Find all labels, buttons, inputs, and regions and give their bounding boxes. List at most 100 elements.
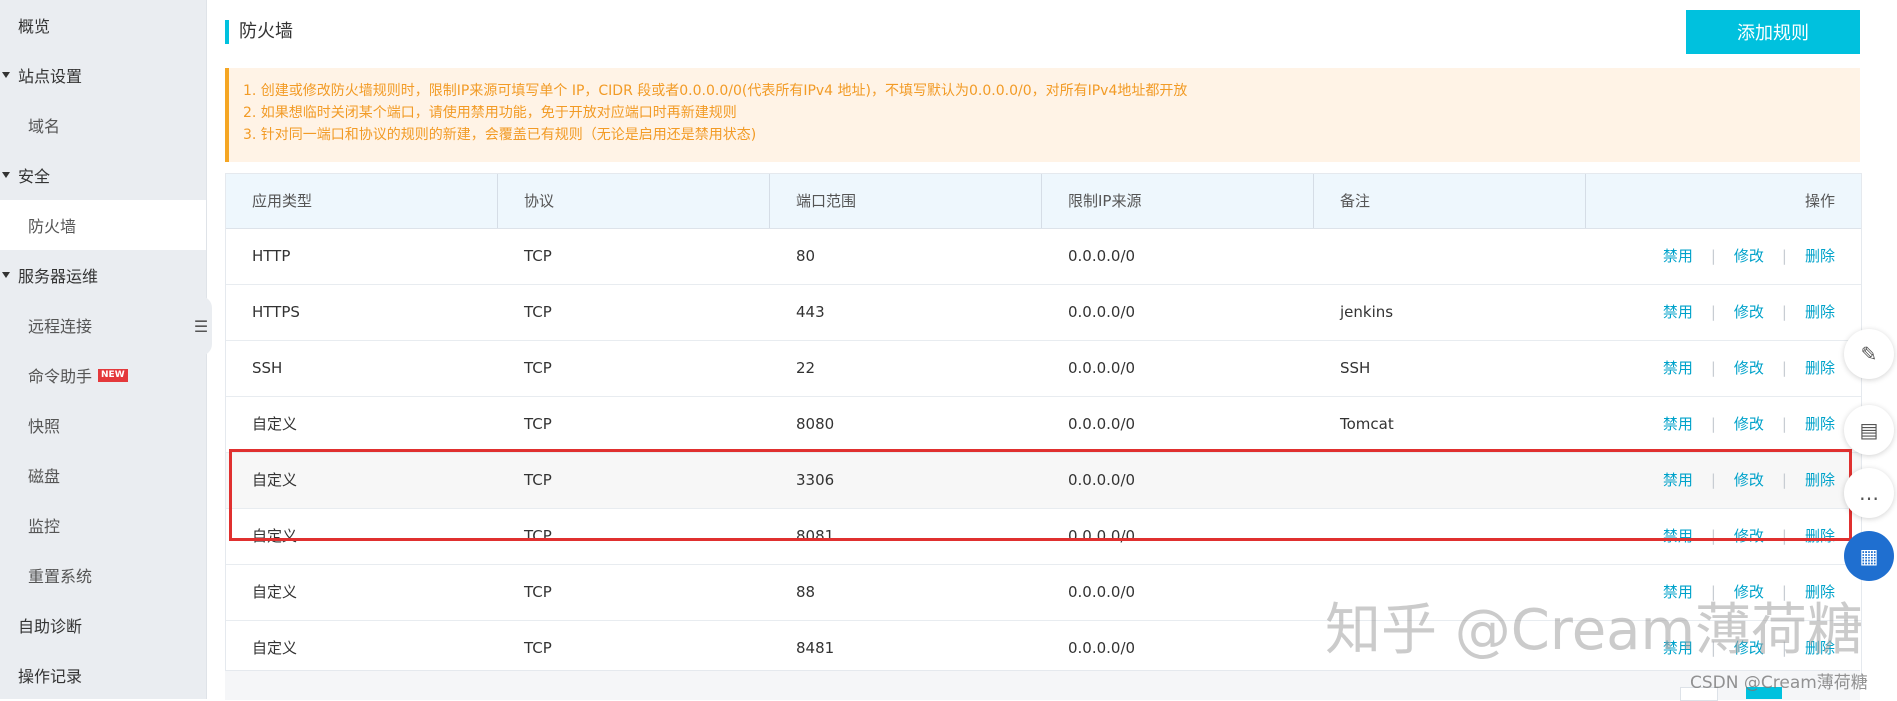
sidebar-item-label: 安全 xyxy=(18,167,51,186)
sidebar-item-label: 防火墙 xyxy=(28,217,77,236)
edit-link[interactable]: 修改 xyxy=(1734,247,1764,265)
caret-down-icon xyxy=(2,172,10,178)
sidebar-item-label: 概览 xyxy=(18,17,51,36)
action-separator: | xyxy=(1781,527,1787,545)
caret-down-icon xyxy=(2,272,10,278)
sidebar-item-firewall[interactable]: 防火墙 xyxy=(0,200,206,250)
edit-link[interactable]: 修改 xyxy=(1734,471,1764,489)
column-header: 操作 xyxy=(1804,192,1835,210)
note-cell xyxy=(1314,621,1586,676)
note-cell xyxy=(1314,509,1586,564)
note-cell: SSH xyxy=(1340,359,1371,377)
sidebar-item-command-assistant[interactable]: 命令助手 NEW xyxy=(0,350,206,400)
delete-link[interactable]: 删除 xyxy=(1805,247,1835,265)
port-range-cell: 80 xyxy=(796,247,816,265)
column-header: 限制IP来源 xyxy=(1042,174,1314,228)
edit-link[interactable]: 修改 xyxy=(1734,639,1764,657)
sidebar-item-remote-connect[interactable]: 远程连接 xyxy=(0,300,206,350)
edit-pen-icon[interactable]: ✎ xyxy=(1844,329,1894,379)
action-separator: | xyxy=(1710,639,1716,657)
chat-icon[interactable]: … xyxy=(1844,468,1894,518)
table-row: 自定义 TCP 8481 0.0.0.0/0 禁用 | 修改 | 删除 xyxy=(226,621,1861,677)
ip-source-cell: 0.0.0.0/0 xyxy=(1068,359,1136,377)
disable-link[interactable]: 禁用 xyxy=(1663,639,1693,657)
actions-cell: 禁用 | 修改 | 删除 xyxy=(1586,397,1861,452)
edit-link[interactable]: 修改 xyxy=(1734,583,1764,601)
sidebar-item-self-diagnosis[interactable]: 自助诊断 xyxy=(0,600,206,650)
table-row: 自定义 TCP 8081 0.0.0.0/0 禁用 | 修改 | 删除 xyxy=(226,509,1861,565)
sidebar-item-label: 服务器运维 xyxy=(18,267,99,286)
note-cell: Tomcat xyxy=(1340,415,1394,433)
disable-link[interactable]: 禁用 xyxy=(1663,583,1693,601)
edit-link[interactable]: 修改 xyxy=(1734,359,1764,377)
delete-link[interactable]: 删除 xyxy=(1805,471,1835,489)
action-separator: | xyxy=(1781,471,1787,489)
menu-collapse-icon: ☰ xyxy=(193,316,209,336)
disable-link[interactable]: 禁用 xyxy=(1663,359,1693,377)
edit-link[interactable]: 修改 xyxy=(1734,415,1764,433)
port-range-cell: 8081 xyxy=(796,527,835,545)
sidebar-item-reset-system[interactable]: 重置系统 xyxy=(0,550,206,600)
actions-cell: 禁用 | 修改 | 删除 xyxy=(1586,285,1861,340)
sidebar-item-label: 站点设置 xyxy=(18,67,83,86)
action-separator: | xyxy=(1710,247,1716,265)
app-type-cell: SSH xyxy=(252,359,283,377)
ip-source-cell: 0.0.0.0/0 xyxy=(1068,247,1136,265)
sidebar-item-overview[interactable]: 概览 xyxy=(0,0,206,50)
new-badge: NEW xyxy=(98,368,128,382)
delete-link[interactable]: 删除 xyxy=(1805,639,1835,657)
port-range-cell: 88 xyxy=(796,583,816,601)
sidebar-item-disk[interactable]: 磁盘 xyxy=(0,450,206,500)
delete-link[interactable]: 删除 xyxy=(1805,527,1835,545)
book-icon[interactable]: ▤ xyxy=(1844,405,1894,455)
sidebar-group-site-settings[interactable]: 站点设置 xyxy=(0,50,206,100)
port-range-cell: 443 xyxy=(796,303,825,321)
port-range-cell: 8481 xyxy=(796,639,835,657)
apps-grid-icon[interactable]: ▦ xyxy=(1844,531,1894,581)
app-type-cell: HTTP xyxy=(252,247,291,265)
app-type-cell: 自定义 xyxy=(252,639,298,657)
sidebar-item-label: 操作记录 xyxy=(18,667,83,686)
sidebar-item-monitor[interactable]: 监控 xyxy=(0,500,206,550)
ip-source-cell: 0.0.0.0/0 xyxy=(1068,639,1136,657)
sidebar-item-snapshot[interactable]: 快照 xyxy=(0,400,206,450)
delete-link[interactable]: 删除 xyxy=(1805,415,1835,433)
app-type-cell: 自定义 xyxy=(252,471,298,489)
table-header: 应用类型 协议 端口范围 限制IP来源 备注 操作 xyxy=(226,174,1861,229)
action-separator: | xyxy=(1781,583,1787,601)
sidebar-group-server-ops[interactable]: 服务器运维 xyxy=(0,250,206,300)
actions-cell: 禁用 | 修改 | 删除 xyxy=(1586,621,1861,676)
action-separator: | xyxy=(1710,303,1716,321)
edit-link[interactable]: 修改 xyxy=(1734,303,1764,321)
actions-cell: 禁用 | 修改 | 删除 xyxy=(1586,341,1861,396)
add-rule-button[interactable]: 添加规则 xyxy=(1686,10,1860,54)
actions-cell: 禁用 | 修改 | 删除 xyxy=(1586,229,1861,284)
note-cell xyxy=(1314,453,1586,508)
protocol-cell: TCP xyxy=(524,639,552,657)
disable-link[interactable]: 禁用 xyxy=(1663,303,1693,321)
disable-link[interactable]: 禁用 xyxy=(1663,415,1693,433)
protocol-cell: TCP xyxy=(524,471,552,489)
firewall-rules-table: 应用类型 协议 端口范围 限制IP来源 备注 操作 HTTP TCP 80 0.0.0… xyxy=(225,173,1862,677)
delete-link[interactable]: 删除 xyxy=(1805,303,1835,321)
actions-cell: 禁用 | 修改 | 删除 xyxy=(1586,509,1861,564)
pagination-button-active[interactable] xyxy=(1746,687,1782,699)
note-cell: jenkins xyxy=(1340,303,1394,321)
protocol-cell: TCP xyxy=(524,247,552,265)
table-row: HTTP TCP 80 0.0.0.0/0 禁用 | 修改 | 删除 xyxy=(226,229,1861,285)
delete-link[interactable]: 删除 xyxy=(1805,359,1835,377)
note-cell xyxy=(1314,229,1586,284)
table-body: HTTP TCP 80 0.0.0.0/0 禁用 | 修改 | 删除 HTTPS TCP 443 0.0… xyxy=(226,229,1861,677)
action-separator: | xyxy=(1710,583,1716,601)
caret-down-icon xyxy=(2,72,10,78)
disable-link[interactable]: 禁用 xyxy=(1663,527,1693,545)
disable-link[interactable]: 禁用 xyxy=(1663,247,1693,265)
sidebar-item-operation-log[interactable]: 操作记录 xyxy=(0,650,206,700)
notice-line: 1. 创建或修改防火墙规则时，限制IP来源可填写单个 IP，CIDR 段或者0.… xyxy=(243,83,1188,99)
sidebar-collapse-button[interactable]: ☰ xyxy=(190,296,212,356)
sidebar-item-domain[interactable]: 域名 xyxy=(0,100,206,150)
sidebar-group-security[interactable]: 安全 xyxy=(0,150,206,200)
edit-link[interactable]: 修改 xyxy=(1734,527,1764,545)
delete-link[interactable]: 删除 xyxy=(1805,583,1835,601)
disable-link[interactable]: 禁用 xyxy=(1663,471,1693,489)
